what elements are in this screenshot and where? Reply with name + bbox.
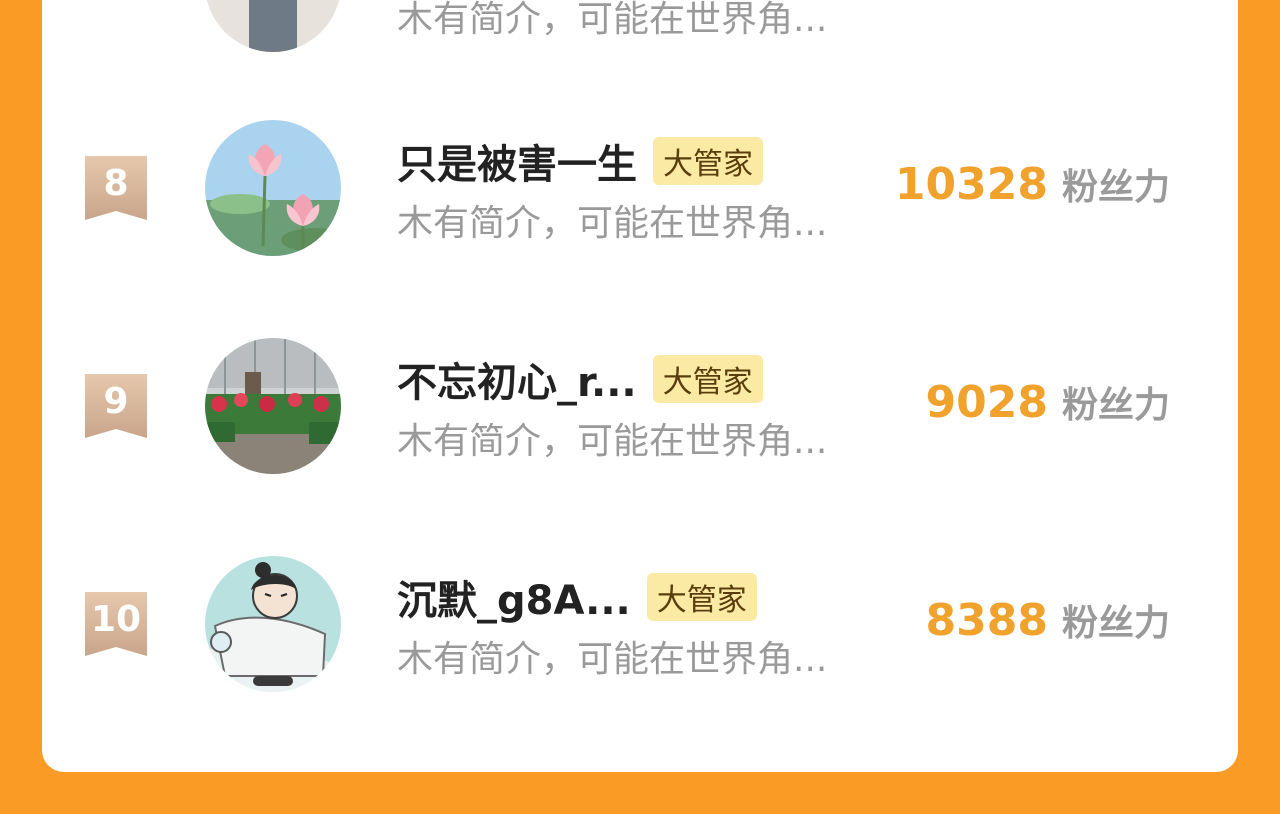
rank-badge: 9 bbox=[85, 374, 147, 438]
role-badge: 大管家 bbox=[653, 137, 763, 185]
list-item[interactable]: 8 只是被害一生 大管家 木有简介，可能在世界角... 10328 粉丝力 bbox=[42, 118, 1238, 278]
rank-badge: 10 bbox=[85, 592, 147, 656]
user-description: 木有简介，可能在世界角... bbox=[397, 203, 828, 244]
name-line: 沉默_g8A... 大管家 bbox=[397, 570, 757, 624]
ranking-card: 木有简介，可能在世界角... 8 只是被害一生 大管家 木有简介，可能在世界角.… bbox=[42, 0, 1238, 772]
avatar[interactable] bbox=[205, 0, 341, 52]
fans-power-label: 粉丝力 bbox=[1061, 167, 1170, 208]
user-name[interactable]: 沉默_g8A... bbox=[397, 568, 631, 626]
role-badge: 大管家 bbox=[646, 573, 757, 621]
list-item[interactable]: 10 沉默_g8A... 大管家 木有简介，可能在世界角... 8388 粉丝力 bbox=[42, 554, 1238, 714]
user-description: 木有简介，可能在世界角... bbox=[397, 639, 828, 680]
name-line: 不忘初心_r... 大管家 bbox=[397, 352, 763, 406]
fans-power: 10328 粉丝力 bbox=[895, 158, 1170, 214]
rank-badge: 8 bbox=[85, 156, 147, 220]
name-line: 只是被害一生 大管家 bbox=[397, 134, 763, 188]
fans-power-value: 9028 bbox=[925, 377, 1048, 428]
avatar[interactable] bbox=[205, 120, 341, 256]
user-name[interactable]: 只是被害一生 bbox=[397, 132, 637, 190]
user-description: 木有简介，可能在世界角... bbox=[397, 421, 828, 462]
fans-power-label: 粉丝力 bbox=[1061, 603, 1170, 644]
fans-power-label: 粉丝力 bbox=[1061, 385, 1170, 426]
role-badge: 大管家 bbox=[652, 355, 763, 403]
user-description: 木有简介，可能在世界角... bbox=[397, 0, 828, 40]
avatar[interactable] bbox=[205, 338, 341, 474]
user-name[interactable]: 不忘初心_r... bbox=[397, 350, 637, 408]
list-item-partial[interactable]: 木有简介，可能在世界角... bbox=[42, 0, 1238, 74]
avatar[interactable] bbox=[205, 556, 341, 692]
fans-power-value: 8388 bbox=[925, 595, 1048, 646]
fans-power: 9028 粉丝力 bbox=[926, 376, 1170, 432]
list-item[interactable]: 9 不忘初心_r... 大管家 木有简介，可能在世界角... 9028 粉丝力 bbox=[42, 336, 1238, 496]
fans-power: 8388 粉丝力 bbox=[926, 594, 1170, 650]
fans-power-value: 10328 bbox=[894, 159, 1048, 210]
